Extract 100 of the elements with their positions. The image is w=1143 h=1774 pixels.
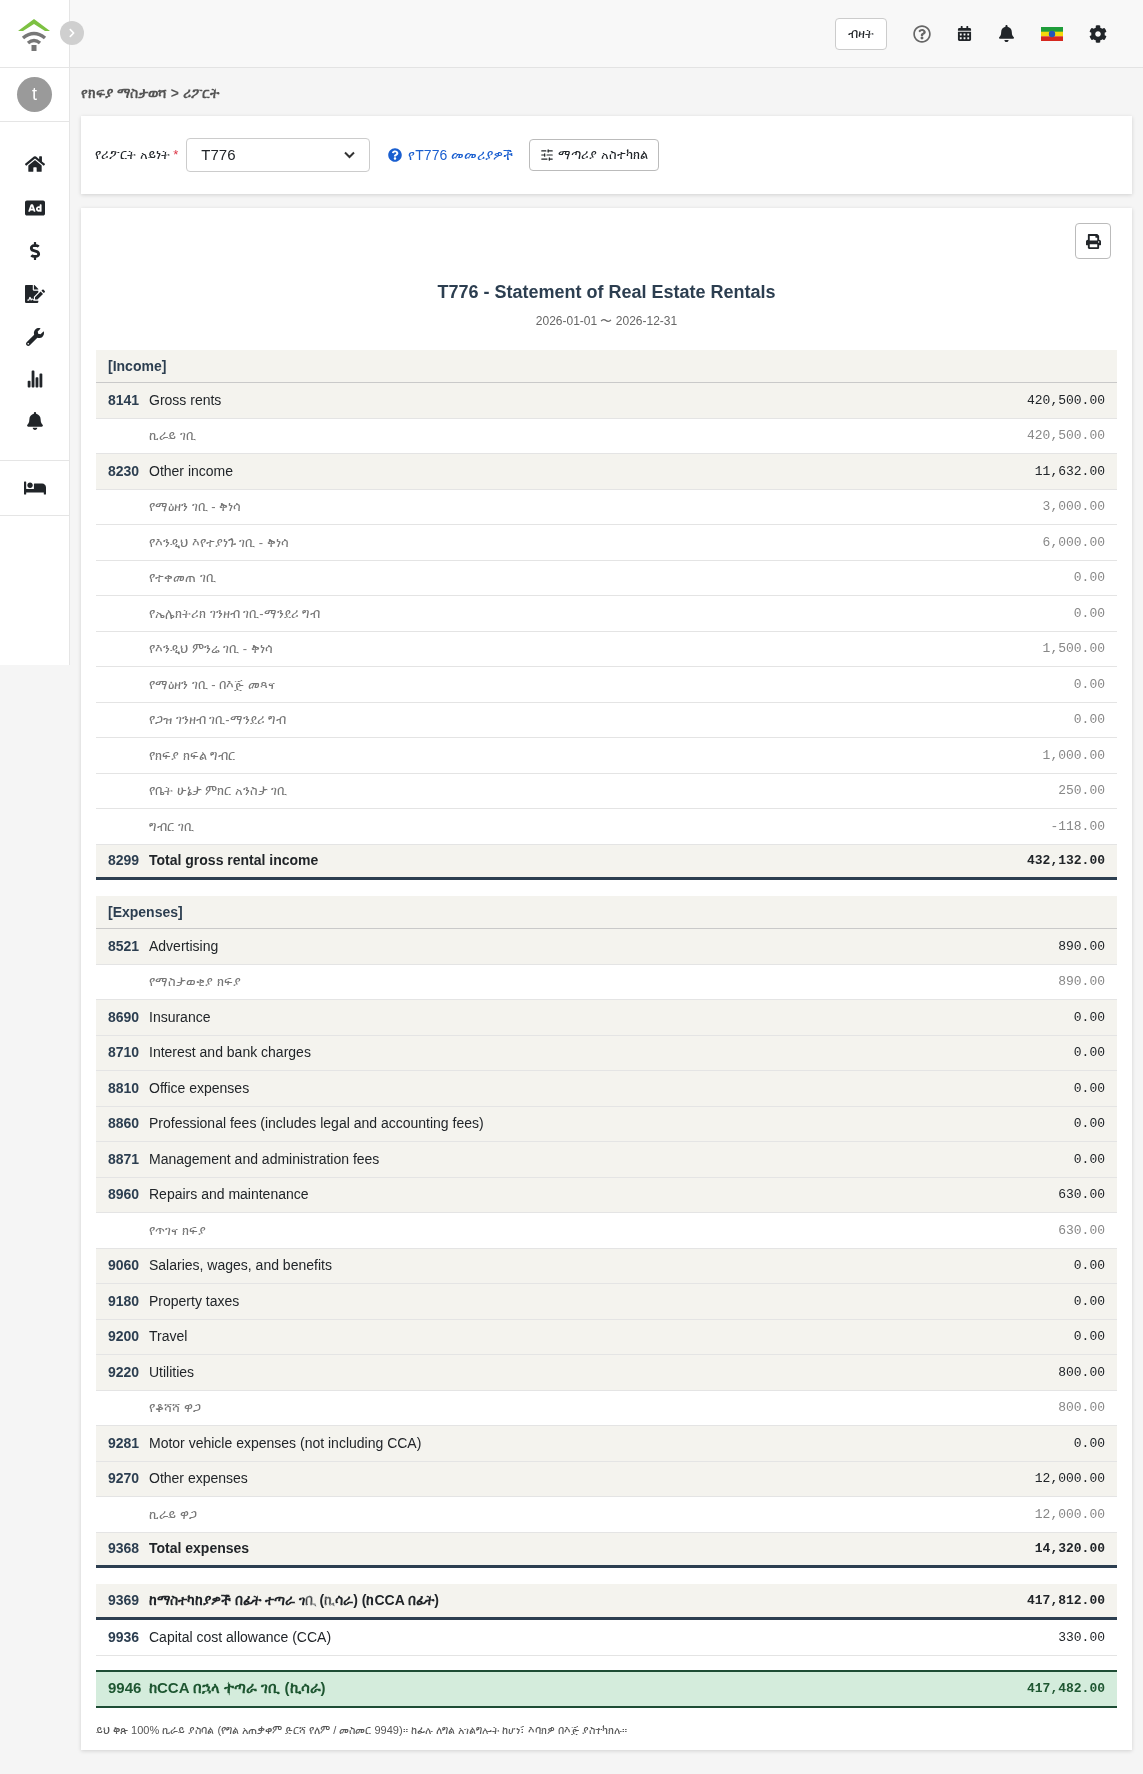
line-label: Salaries, wages, and benefits bbox=[149, 1256, 332, 1276]
report-type-select[interactable]: T776 bbox=[186, 138, 371, 172]
line-label: Gross rents bbox=[149, 390, 222, 410]
line-value: 0.00 bbox=[1073, 1292, 1105, 1311]
line-code: 8710 bbox=[108, 1043, 141, 1063]
detail-label: የጥገና ክፍያ bbox=[148, 1221, 206, 1240]
detail-value: 1,000.00 bbox=[1042, 746, 1105, 765]
detail-value: 0.00 bbox=[1073, 675, 1105, 694]
line-value: 890.00 bbox=[1058, 937, 1105, 956]
line-value: 12,000.00 bbox=[1034, 1470, 1105, 1488]
line-code: 8810 bbox=[108, 1078, 141, 1098]
line-code: 8871 bbox=[108, 1149, 141, 1169]
report-period: 2026-01-01 〜 2026-12-31 bbox=[534, 313, 679, 330]
line-value: 800.00 bbox=[1058, 1363, 1105, 1382]
line-value: 11,632.00 bbox=[1034, 462, 1105, 481]
detail-value: 250.00 bbox=[1058, 782, 1105, 800]
ad-icon[interactable] bbox=[24, 198, 45, 218]
print-icon bbox=[1085, 233, 1101, 249]
bell-icon[interactable] bbox=[25, 412, 44, 430]
detail-value: 1,500.00 bbox=[1042, 640, 1105, 658]
sliders-icon bbox=[540, 148, 555, 162]
detail-label: የእንዲህ እየተያነጉ ገቢ - ቅነሳ bbox=[148, 533, 289, 552]
detail-label: የማስታወቂያ ክፍያ bbox=[148, 973, 241, 991]
line-label: Capital cost allowance (CCA) bbox=[149, 1627, 332, 1647]
detail-value: 890.00 bbox=[1058, 973, 1105, 991]
line-label: Other expenses bbox=[149, 1469, 248, 1489]
line-label: Utilities bbox=[149, 1362, 195, 1382]
calendar-icon[interactable] bbox=[957, 26, 972, 41]
detail-label: የኤሌክትሪክ ገንዘብ ገቢ-ማንደሪ ግብ bbox=[148, 604, 321, 623]
line-label: Professional fees (includes legal and accounting fees) bbox=[149, 1114, 484, 1134]
home-icon[interactable] bbox=[24, 154, 45, 174]
report-type-label: የሪፖርት አይነት * bbox=[95, 146, 179, 165]
section-header: [Expenses] bbox=[96, 896, 1117, 929]
detail-value: 0.00 bbox=[1073, 604, 1105, 623]
line-label: Interest and bank charges bbox=[149, 1043, 311, 1063]
line-code: 8299 bbox=[108, 851, 141, 871]
line-code: 9180 bbox=[108, 1291, 141, 1311]
detail-value: 3,000.00 bbox=[1042, 498, 1105, 516]
notification-bell-icon[interactable] bbox=[998, 25, 1015, 42]
detail-label: የቆሻሻ ዋጋ bbox=[148, 1399, 201, 1417]
line-code: 8960 bbox=[108, 1185, 141, 1205]
wrench-icon[interactable] bbox=[25, 328, 44, 346]
line-code: 9220 bbox=[108, 1362, 141, 1382]
detail-label: የማዕዘን ገቢ - ቅነሳ bbox=[148, 498, 242, 516]
line-label: Travel bbox=[149, 1327, 188, 1347]
line-code: 8860 bbox=[108, 1114, 141, 1134]
line-label: ከCCA በኋላ ተጣራ ገቢ (ኪሳራ) bbox=[149, 1678, 326, 1699]
detail-value: 630.00 bbox=[1058, 1221, 1105, 1240]
line-value: 630.00 bbox=[1058, 1186, 1105, 1204]
detail-value: 0.00 bbox=[1073, 711, 1105, 729]
line-value: 0.00 bbox=[1073, 1115, 1105, 1133]
line-value: 432,132.00 bbox=[1027, 852, 1105, 870]
report-title: T776 - Statement of Real Estate Rentals bbox=[436, 281, 777, 304]
line-value: 0.00 bbox=[1073, 1044, 1105, 1062]
detail-value: 800.00 bbox=[1058, 1399, 1105, 1417]
line-label: Property taxes bbox=[149, 1291, 240, 1311]
line-label: Repairs and maintenance bbox=[149, 1185, 309, 1205]
line-label: Advertising bbox=[149, 936, 219, 956]
guide-link[interactable]: የT776 መመሪያዎች bbox=[408, 144, 514, 166]
language-button[interactable]: ብዛት bbox=[835, 17, 887, 50]
adjust-filter-button[interactable]: ማጣሪያ አስተካክል bbox=[529, 139, 659, 171]
line-code: 8690 bbox=[108, 1007, 141, 1027]
settings-icon[interactable] bbox=[1089, 24, 1107, 43]
detail-label: የክፍያ ክፍል ግብር bbox=[148, 746, 236, 765]
line-code: 8230 bbox=[108, 461, 141, 481]
line-value: 0.00 bbox=[1073, 1008, 1105, 1027]
detail-value: -118.00 bbox=[1050, 817, 1105, 836]
line-label: Motor vehicle expenses (not including CCA) bbox=[149, 1433, 422, 1453]
help-icon[interactable] bbox=[913, 24, 931, 43]
report-note: ይህ ቅጽ 100% ኪራይ ያስባል (የግል አጠቃቀም ድርሻ የለም / መስመር 9949)። ከፊሉ ለግል አገልግሎት ከሆነ፣ እባክዎ በእጅ ያስተካክሉ። bbox=[96, 1722, 628, 1738]
line-code: 8521 bbox=[108, 936, 141, 956]
line-value: 417,482.00 bbox=[1027, 1679, 1105, 1698]
print-button[interactable] bbox=[1075, 223, 1111, 259]
line-label: Office expenses bbox=[149, 1078, 250, 1098]
line-label: Other income bbox=[149, 461, 234, 481]
document-signature-icon[interactable] bbox=[24, 284, 45, 304]
detail-value: 6,000.00 bbox=[1042, 533, 1105, 552]
line-value: 330.00 bbox=[1058, 1628, 1105, 1647]
line-label: Total gross rental income bbox=[149, 851, 319, 871]
line-value: 0.00 bbox=[1073, 1257, 1105, 1275]
line-label: ከማስተካከያዎች በፊት ተጣራ ገቢ (ኪሳራ) (ከCCA በፊት) bbox=[149, 1591, 439, 1610]
detail-label: የጋዝ ገንዘብ ገቢ-ማንደሪ ግብ bbox=[148, 711, 287, 729]
detail-label: የተቀመጠ ገቢ bbox=[148, 569, 216, 587]
line-value: 14,320.00 bbox=[1034, 1540, 1105, 1558]
flag-icon[interactable] bbox=[1041, 26, 1063, 41]
caret-icon bbox=[344, 151, 356, 159]
line-code: 9936 bbox=[108, 1627, 141, 1647]
bar-chart-icon[interactable] bbox=[25, 370, 44, 388]
detail-label: ኪራይ ዋጋ bbox=[148, 1505, 197, 1524]
detail-label: የማዕዘን ገቢ - በእጅ መጻና bbox=[148, 675, 275, 694]
line-code: 9200 bbox=[108, 1327, 141, 1347]
line-code: 9946 bbox=[108, 1678, 143, 1699]
line-value: 0.00 bbox=[1073, 1079, 1105, 1098]
breadcrumb: የክፍያ ማስታወሻ > ሪፖርት bbox=[81, 84, 221, 103]
detail-label: ግብር ገቢ bbox=[148, 817, 194, 836]
line-label: Management and administration fees bbox=[149, 1149, 380, 1169]
line-value: 420,500.00 bbox=[1027, 391, 1105, 410]
line-code: 9368 bbox=[108, 1539, 141, 1559]
detail-value: 0.00 bbox=[1073, 569, 1105, 587]
line-label: Insurance bbox=[149, 1007, 211, 1027]
